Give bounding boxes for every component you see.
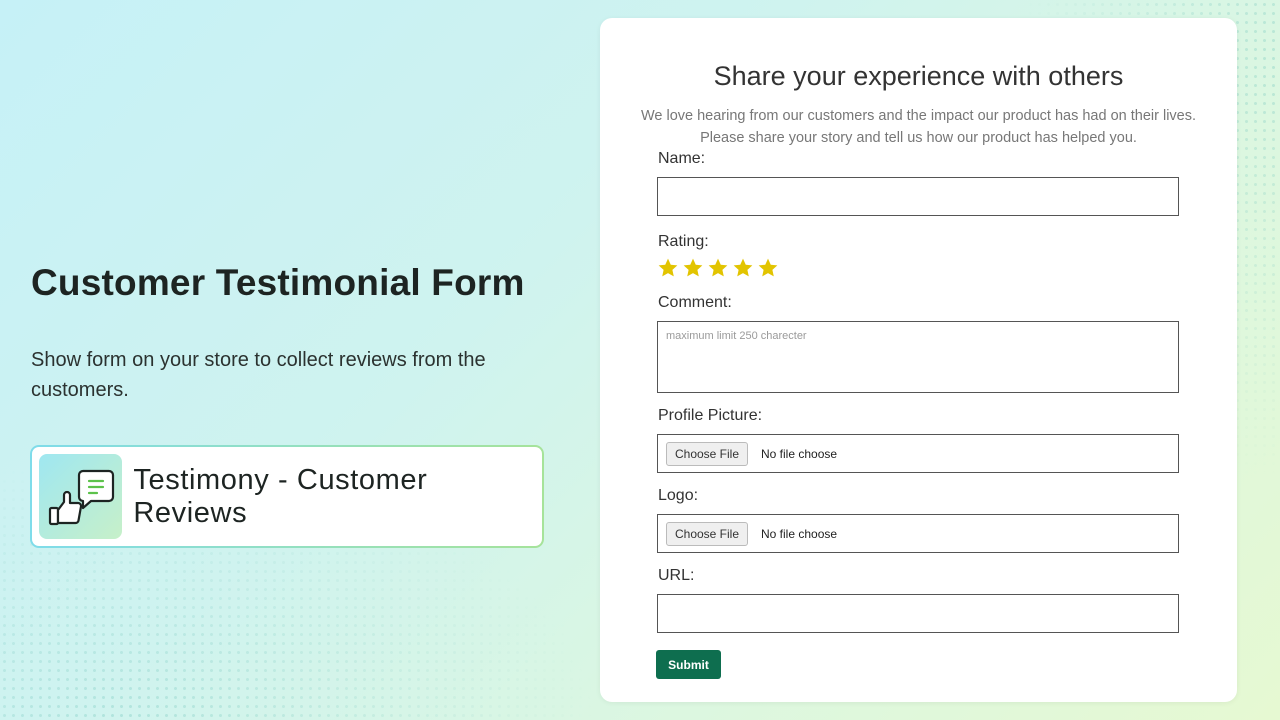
thumbs-up-chat-icon [39, 454, 123, 539]
url-label: URL: [658, 567, 695, 584]
app-badge: Testimony - Customer Reviews [30, 445, 544, 548]
rating-stars[interactable] [657, 257, 779, 279]
logo-label: Logo: [658, 487, 699, 504]
url-input[interactable] [657, 594, 1179, 633]
form-subtitle-line: We love hearing from our customers and t… [640, 108, 1197, 124]
logo-file-status: No file choose [761, 526, 838, 541]
logo-choose-file-button[interactable]: Choose File [666, 521, 748, 546]
profile-picture-label: Profile Picture: [658, 407, 763, 424]
profile-picture-file-input[interactable]: Choose File No file choose [657, 434, 1179, 473]
app-name: Testimony - Customer Reviews [133, 463, 428, 529]
logo-file-input[interactable]: Choose File No file choose [657, 514, 1179, 553]
profile-picture-choose-file-button[interactable]: Choose File [666, 441, 748, 466]
form-subtitle-line: Please share your story and tell us how … [700, 130, 1137, 146]
profile-picture-file-status: No file choose [761, 446, 838, 461]
star-icon[interactable] [732, 257, 754, 279]
hero-description: Show form on your store to collect revie… [31, 349, 486, 401]
star-icon[interactable] [657, 257, 679, 279]
comment-textarea[interactable] [657, 321, 1179, 393]
rating-label: Rating: [658, 233, 709, 250]
form-title: Share your experience with others [713, 61, 1124, 91]
name-label: Name: [658, 150, 706, 167]
star-icon[interactable] [757, 257, 779, 279]
star-icon[interactable] [682, 257, 704, 279]
comment-label: Comment: [658, 294, 732, 311]
star-icon[interactable] [707, 257, 729, 279]
hero-title: Customer Testimonial Form [31, 262, 525, 303]
submit-button[interactable]: Submit [656, 650, 721, 679]
name-input[interactable] [657, 177, 1179, 216]
form-subtitle: We love hearing from our customers and t… [600, 105, 1237, 149]
